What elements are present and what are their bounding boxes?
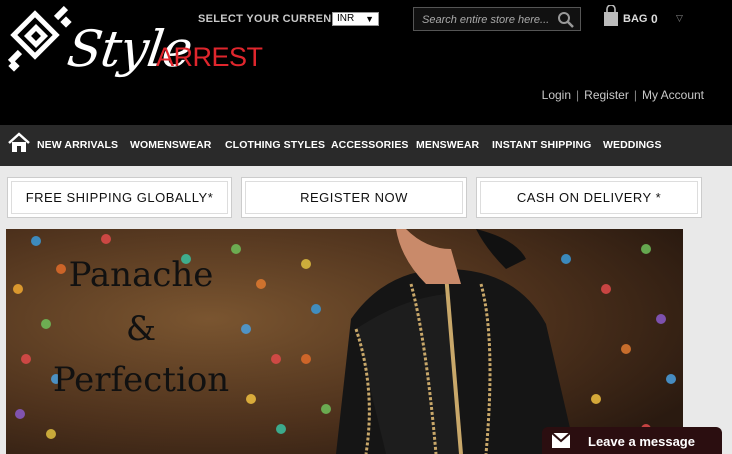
banner-headline-line1: Panache <box>68 255 214 295</box>
bag-label: BAG <box>623 13 648 25</box>
my-account-link[interactable]: My Account <box>642 88 704 102</box>
home-icon <box>8 132 30 152</box>
promo-cash-on-delivery[interactable]: CASH ON DELIVERY * <box>476 177 702 218</box>
envelope-icon <box>552 433 570 448</box>
currency-label: SELECT YOUR CURRENCY <box>198 13 348 25</box>
promo-register-now[interactable]: REGISTER NOW <box>241 177 467 218</box>
search-button[interactable] <box>556 10 576 30</box>
home-button[interactable] <box>7 132 31 154</box>
bag-icon <box>604 4 618 26</box>
nav-accessories[interactable]: ACCESSORIES <box>331 139 409 151</box>
nav-menswear[interactable]: MENSWEAR <box>416 139 479 151</box>
link-separator: | <box>576 88 580 102</box>
hero-banner[interactable]: Panache & Perfection <box>6 229 683 454</box>
currency-select[interactable]: INR ▼ <box>332 12 379 26</box>
site-header: Style ARREST SELECT YOUR CURRENCY INR ▼ … <box>0 0 732 125</box>
nav-new-arrivals[interactable]: NEW ARRIVALS <box>37 139 118 151</box>
promo-label: FREE SHIPPING GLOBALLY* <box>25 190 214 205</box>
currency-selected-value: INR <box>337 13 355 24</box>
leave-message-widget[interactable]: Leave a message <box>542 427 722 454</box>
register-link[interactable]: Register <box>584 88 629 102</box>
shopping-bag[interactable]: BAG 0 ▽ <box>603 4 693 33</box>
search-input[interactable] <box>422 13 554 27</box>
search-box <box>413 7 581 31</box>
dropdown-arrow-icon: ▼ <box>365 14 374 24</box>
promo-label: REGISTER NOW <box>300 190 408 205</box>
link-separator: | <box>633 88 637 102</box>
nav-womenswear[interactable]: WOMENSWEAR <box>130 139 212 151</box>
promo-label: CASH ON DELIVERY * <box>516 190 662 205</box>
banner-headline-line3: Perfection <box>52 360 230 400</box>
bag-dropdown-icon[interactable]: ▽ <box>676 13 683 24</box>
logo-word-text: ARREST <box>156 42 263 72</box>
account-links: Login | Register | My Account <box>542 88 704 102</box>
nav-clothing-styles[interactable]: CLOTHING STYLES <box>225 139 325 151</box>
banner-headline-line2: & <box>125 309 157 349</box>
promo-free-shipping[interactable]: FREE SHIPPING GLOBALLY* <box>7 177 232 218</box>
login-link[interactable]: Login <box>542 88 571 102</box>
main-navigation: NEW ARRIVALS WOMENSWEAR CLOTHING STYLES … <box>0 125 732 166</box>
search-icon <box>558 12 574 28</box>
nav-weddings[interactable]: WEDDINGS <box>603 139 662 151</box>
nav-instant-shipping[interactable]: INSTANT SHIPPING <box>492 139 591 151</box>
bag-count: 0 <box>651 12 658 26</box>
chat-label: Leave a message <box>588 434 695 449</box>
